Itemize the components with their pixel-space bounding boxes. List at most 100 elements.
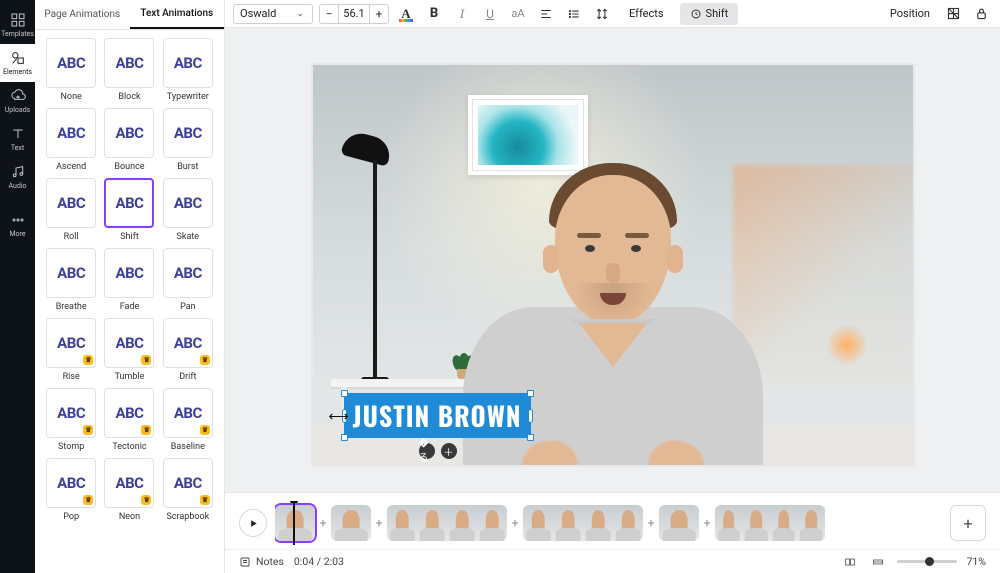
animation-option-breathe[interactable]: ABCBreathe (45, 248, 97, 312)
alignment-button[interactable] (535, 3, 557, 25)
timeline-clip[interactable] (715, 505, 825, 541)
text-case-button[interactable]: aA (507, 3, 529, 25)
animation-option-pan[interactable]: ABCPan (162, 248, 214, 312)
italic-button[interactable]: I (451, 3, 473, 25)
rail-label: Text (11, 144, 24, 152)
timeline: + + + + + + (225, 492, 1000, 549)
animation-option-baseline[interactable]: ABCBaseline (162, 388, 214, 452)
rail-label: Templates (1, 30, 34, 38)
rail-templates[interactable]: Templates (0, 6, 35, 44)
add-transition-button[interactable]: + (508, 516, 522, 530)
animation-option-stomp[interactable]: ABCStomp (45, 388, 97, 452)
spacing-button[interactable] (591, 3, 613, 25)
canvas-stage[interactable]: JUSTIN BROWN ⟷ �る ＋ (225, 28, 1000, 492)
animation-thumb: ABC (163, 178, 213, 228)
canvas[interactable]: JUSTIN BROWN ⟷ �る ＋ (313, 65, 913, 465)
animation-label: Bounce (114, 162, 144, 172)
animation-thumb: ABC (46, 38, 96, 88)
add-page-button[interactable]: + (950, 505, 986, 541)
animate-button[interactable]: Shift (680, 3, 739, 25)
rail-label: Audio (8, 182, 26, 190)
animation-option-skate[interactable]: ABCSkate (162, 178, 214, 242)
timeline-clip[interactable] (275, 505, 315, 541)
animation-option-fade[interactable]: ABCFade (103, 248, 155, 312)
lock-button[interactable] (970, 3, 992, 25)
rail-uploads[interactable]: Uploads (0, 82, 35, 120)
timeline-clip[interactable] (387, 505, 507, 541)
animation-option-drift[interactable]: ABCDrift (162, 318, 214, 382)
transition-gap[interactable]: + (643, 505, 659, 541)
position-button[interactable]: Position (884, 7, 936, 20)
bold-button[interactable]: B (423, 3, 445, 25)
premium-crown-icon (200, 425, 210, 435)
animation-option-scrapbook[interactable]: ABCScrapbook (162, 458, 214, 522)
add-transition-button[interactable]: + (644, 516, 658, 530)
premium-crown-icon (141, 355, 151, 365)
canvas-text-element[interactable]: JUSTIN BROWN (345, 394, 530, 437)
font-size-decrease[interactable]: − (320, 5, 338, 23)
transition-gap[interactable]: + (699, 505, 715, 541)
notes-button[interactable]: Notes (239, 555, 284, 568)
timeline-clip[interactable] (523, 505, 643, 541)
play-button[interactable] (239, 509, 267, 537)
timeline-clips[interactable]: + + + + + (275, 501, 942, 545)
animation-option-none[interactable]: ABCNone (45, 38, 97, 102)
underline-button[interactable]: U (479, 3, 501, 25)
transition-gap[interactable]: + (507, 505, 523, 541)
timeline-clip[interactable] (331, 505, 371, 541)
font-family-picker[interactable]: Oswald ⌄ (233, 4, 313, 24)
timeline-clip[interactable] (659, 505, 699, 541)
animation-option-tectonic[interactable]: ABCTectonic (103, 388, 155, 452)
animation-option-pop[interactable]: ABCPop (45, 458, 97, 522)
animation-thumb: ABC (104, 318, 154, 368)
effects-button[interactable]: Effects (619, 3, 674, 25)
left-rail: Templates Elements Uploads Text Audio Mo… (0, 0, 35, 573)
font-size-increase[interactable]: + (370, 5, 388, 23)
panel-tabs: Page Animations Text Animations (35, 0, 224, 30)
rail-elements[interactable]: Elements (0, 44, 35, 82)
animation-option-rise[interactable]: ABCRise (45, 318, 97, 382)
notes-icon (239, 556, 251, 568)
rail-more[interactable]: More (0, 206, 35, 244)
transition-gap[interactable]: + (315, 505, 331, 541)
premium-crown-icon (83, 425, 93, 435)
tab-text-animations[interactable]: Text Animations (130, 0, 225, 29)
add-transition-button[interactable]: + (316, 516, 330, 530)
animation-option-tumble[interactable]: ABCTumble (103, 318, 155, 382)
scroll-view-button[interactable] (869, 555, 887, 569)
animation-option-block[interactable]: ABC Block (103, 38, 155, 102)
animation-option-typewriter[interactable]: ABCTypewriter (162, 38, 214, 102)
element-menu-button[interactable]: �る (419, 443, 435, 459)
animation-thumb: ABC (163, 248, 213, 298)
animation-option-roll[interactable]: ABCRoll (45, 178, 97, 242)
animation-thumb: ABC (163, 458, 213, 508)
rail-text[interactable]: Text (0, 120, 35, 158)
add-transition-button[interactable]: + (372, 516, 386, 530)
transparency-button[interactable] (942, 3, 964, 25)
text-color-button[interactable]: A (395, 3, 417, 25)
animation-label: Block (118, 92, 140, 102)
animations-panel: Page Animations Text Animations ABCNoneA… (35, 0, 225, 573)
animation-thumb: ABC (163, 108, 213, 158)
animation-option-bounce[interactable]: ABCBounce (103, 108, 155, 172)
animation-thumb: ABC (46, 388, 96, 438)
font-size-stepper[interactable]: − 56.1 + (319, 4, 389, 24)
grid-view-button[interactable] (841, 555, 859, 569)
zoom-slider[interactable] (897, 560, 957, 563)
premium-crown-icon (141, 495, 151, 505)
animation-option-neon[interactable]: ABCNeon (103, 458, 155, 522)
tab-page-animations[interactable]: Page Animations (35, 0, 130, 29)
animation-option-shift[interactable]: ABCShift (103, 178, 155, 242)
font-size-value[interactable]: 56.1 (338, 5, 370, 23)
animation-option-ascend[interactable]: ABCAscend (45, 108, 97, 172)
transition-gap[interactable]: + (371, 505, 387, 541)
animations-list[interactable]: ABCNoneABCBlockABCTypewriterABCAscendABC… (35, 30, 224, 573)
animation-thumb: ABC (104, 38, 154, 88)
rail-label: Uploads (5, 106, 31, 114)
animation-option-burst[interactable]: ABCBurst (162, 108, 214, 172)
zoom-slider-knob[interactable] (925, 557, 934, 566)
rail-audio[interactable]: Audio (0, 158, 35, 196)
list-button[interactable] (563, 3, 585, 25)
element-add-button[interactable]: ＋ (441, 443, 457, 459)
add-transition-button[interactable]: + (700, 516, 714, 530)
